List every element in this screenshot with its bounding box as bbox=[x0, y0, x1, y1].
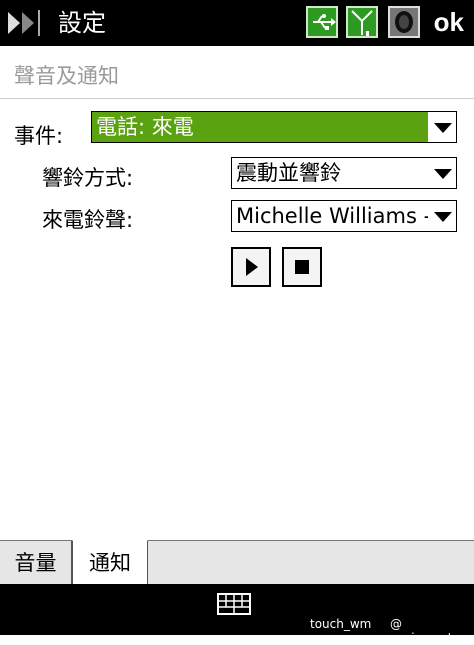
event-label: 事件: bbox=[14, 124, 64, 148]
chevron-down-icon bbox=[428, 158, 456, 188]
chevron-down-icon bbox=[428, 112, 456, 142]
title-bar: 設定 ok bbox=[0, 0, 474, 46]
section-header: 聲音及通知 bbox=[0, 48, 474, 99]
watermark-right: @ sogi.com.tw bbox=[390, 617, 463, 645]
ringtone-label: 來電鈴聲: bbox=[42, 208, 134, 232]
soft-key-bar: touch_wm @ sogi.com.tw bbox=[0, 584, 474, 645]
ringtone-dropdown[interactable]: Michelle Williams - bbox=[231, 200, 457, 232]
windows-start-icon[interactable] bbox=[4, 6, 42, 40]
usb-connection-icon bbox=[306, 6, 338, 38]
play-icon bbox=[246, 258, 258, 276]
volume-speaker-icon bbox=[388, 6, 420, 38]
section-title: 聲音及通知 bbox=[14, 64, 119, 88]
ring-type-label: 響鈴方式: bbox=[42, 166, 134, 190]
keyboard-icon[interactable] bbox=[217, 593, 251, 615]
event-dropdown[interactable]: 電話: 來電 bbox=[91, 111, 457, 143]
signal-strength-icon bbox=[346, 6, 378, 38]
page-title: 設定 bbox=[58, 9, 106, 37]
stop-button[interactable] bbox=[282, 247, 322, 287]
play-button[interactable] bbox=[231, 247, 271, 287]
tab-notifications[interactable]: 通知 bbox=[72, 540, 148, 585]
tab-volume[interactable]: 音量 bbox=[0, 541, 72, 585]
tab-strip: 音量 通知 bbox=[0, 540, 474, 585]
ring-type-dropdown[interactable]: 震動並響鈴 bbox=[231, 157, 457, 189]
ringtone-value: Michelle Williams - bbox=[236, 204, 432, 228]
stop-icon bbox=[295, 260, 309, 274]
ring-type-value: 震動並響鈴 bbox=[236, 161, 341, 185]
chevron-down-icon bbox=[428, 201, 456, 231]
ok-button[interactable]: ok bbox=[434, 6, 464, 38]
event-value: 電話: 來電 bbox=[96, 115, 194, 139]
watermark-left: touch_wm bbox=[310, 617, 372, 631]
